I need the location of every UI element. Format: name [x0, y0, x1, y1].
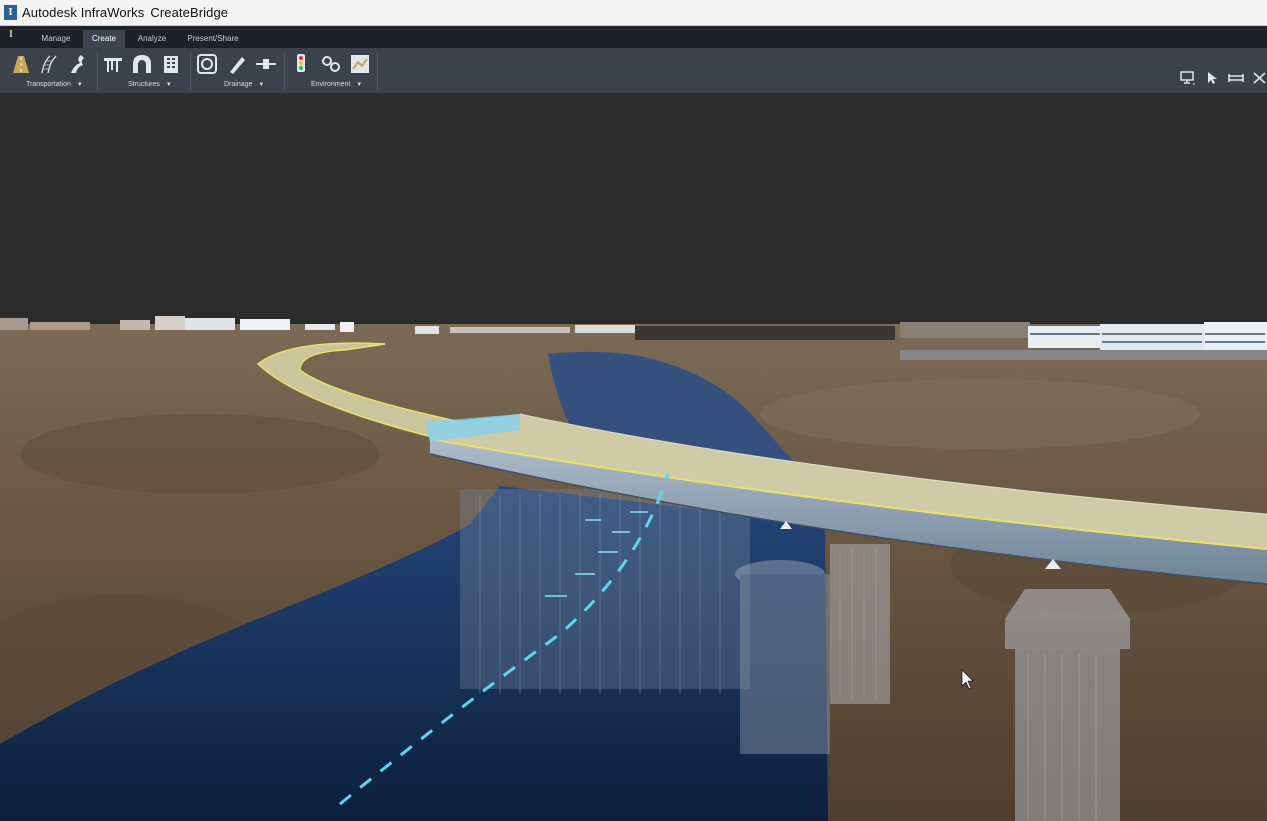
group-label-drainage[interactable]: Drainage ▼	[224, 81, 264, 88]
title-bar: I Autodesk InfraWorks CreateBridge	[0, 0, 1267, 26]
bridge-icon[interactable]	[102, 53, 124, 75]
model-viewport[interactable]	[0, 94, 1267, 821]
component-road-icon[interactable]	[66, 53, 88, 75]
road-icon[interactable]	[10, 53, 32, 75]
application-menu-icon[interactable]: I	[9, 29, 22, 43]
tunnel-icon[interactable]	[131, 53, 153, 75]
display-icon[interactable]	[1179, 70, 1197, 86]
land-area-icon[interactable]	[349, 53, 371, 75]
pipe-connector-icon[interactable]	[255, 53, 277, 75]
city-furniture-icon[interactable]	[320, 53, 342, 75]
rail-icon[interactable]	[38, 53, 60, 75]
document-name: CreateBridge	[150, 5, 229, 20]
chevron-down-icon: ▼	[165, 82, 172, 88]
group-divider	[97, 52, 98, 90]
ribbon-panel: Transportation ▼ Structures ▼ Drainage ▼ En…	[0, 48, 1267, 94]
pipe-network-icon[interactable]	[196, 53, 218, 75]
tab-present-share[interactable]: Present/Share	[182, 30, 244, 48]
chevron-down-icon: ▼	[258, 82, 265, 88]
group-label-environment[interactable]: Environment ▼	[311, 81, 362, 88]
chevron-down-icon: ▼	[356, 82, 363, 88]
app-name: Autodesk InfraWorks	[22, 5, 145, 20]
group-divider	[190, 52, 191, 90]
building-icon[interactable]	[160, 53, 182, 75]
measure-icon[interactable]	[1227, 70, 1245, 86]
pile-foundations	[460, 489, 750, 694]
scene-render[interactable]	[0, 94, 1267, 821]
traffic-signal-icon[interactable]	[290, 53, 312, 75]
tab-create[interactable]: Create	[83, 30, 125, 48]
group-divider	[284, 52, 285, 90]
pier-ghost-right	[1005, 589, 1130, 821]
group-divider	[377, 52, 378, 90]
group-label-structures[interactable]: Structures ▼	[128, 81, 172, 88]
group-label-transportation[interactable]: Transportation ▼	[26, 81, 83, 88]
tab-analyze[interactable]: Analyze	[132, 30, 172, 48]
tab-manage[interactable]: Manage	[36, 30, 76, 48]
chevron-down-icon: ▼	[76, 82, 83, 88]
select-icon[interactable]	[1204, 70, 1222, 86]
culvert-icon[interactable]	[226, 53, 248, 75]
close-tools-icon[interactable]	[1251, 70, 1267, 86]
ribbon-tab-bar: I Manage Create Analyze Present/Share	[0, 26, 1267, 48]
infraworks-logo-icon[interactable]: I	[4, 5, 17, 20]
